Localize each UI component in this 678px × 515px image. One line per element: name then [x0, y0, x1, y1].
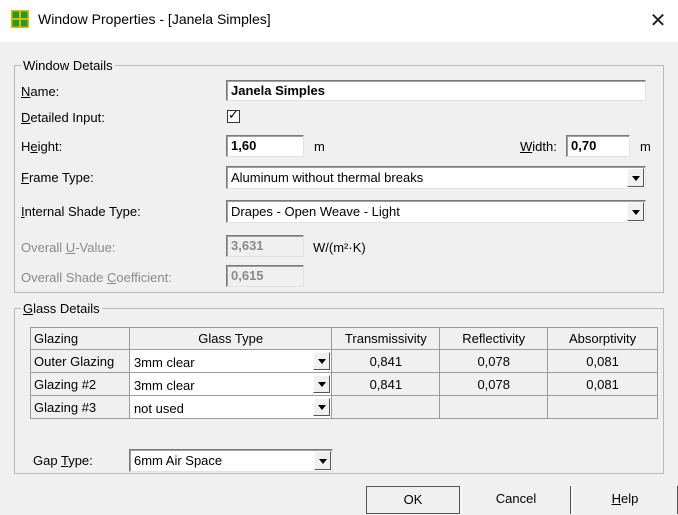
glass-type-dropdown-button[interactable]	[313, 352, 331, 370]
height-unit: m	[314, 139, 325, 154]
glass-type-value: 3mm clear	[133, 378, 195, 393]
glazing-cell: Glazing #3	[30, 395, 130, 419]
glass-type-select[interactable]: 3mm clear	[128, 349, 333, 373]
table-header-row: Glazing Glass Type Transmissivity Reflec…	[30, 327, 658, 350]
absorptivity-cell: 0,081	[547, 372, 658, 396]
chevron-down-icon	[318, 405, 327, 410]
window-details-legend: Window Details	[23, 58, 113, 73]
chevron-down-icon	[632, 209, 640, 215]
transmissivity-cell: 0,841	[331, 372, 441, 396]
glazing-cell: Glazing #2	[30, 372, 130, 396]
table-row: Outer Glazing 3mm clear 0,841 0,078 0,08…	[30, 349, 658, 373]
name-input[interactable]: Janela Simples	[226, 80, 646, 101]
chevron-down-icon	[318, 382, 327, 387]
window-title: Window Properties - [Janela Simples]	[38, 11, 271, 27]
glass-type-value: 3mm clear	[133, 355, 195, 370]
reflectivity-cell: 0,078	[439, 372, 549, 396]
glass-type-value: not used	[133, 401, 184, 416]
close-button[interactable]: ✕	[640, 4, 676, 38]
chevron-down-icon	[319, 458, 327, 464]
shade-type-select[interactable]: Drapes - Open Weave - Light	[226, 200, 646, 223]
width-label: Width:	[520, 139, 557, 154]
name-label: Name:	[21, 84, 60, 99]
column-header: Transmissivity	[331, 327, 441, 350]
detailed-input-checkbox[interactable]: ✓	[227, 107, 240, 123]
detailed-input-label: Detailed Input:	[21, 110, 105, 125]
glass-details-legend: Glass Details	[23, 301, 100, 316]
column-header: Reflectivity	[439, 327, 549, 350]
table-row: Glazing #2 3mm clear 0,841 0,078 0,081	[30, 372, 658, 396]
u-value-unit: W/(m²·K)	[313, 240, 366, 255]
width-unit: m	[640, 139, 651, 154]
gap-type-dropdown-button[interactable]	[314, 451, 331, 470]
glass-type-select[interactable]: 3mm clear	[128, 372, 333, 396]
gap-type-label: Gap Type:	[33, 453, 93, 468]
glass-type-dropdown-button[interactable]	[313, 398, 331, 416]
glass-type-dropdown-button[interactable]	[313, 375, 331, 393]
shade-type-value: Drapes - Open Weave - Light	[231, 204, 400, 219]
close-icon: ✕	[649, 10, 667, 32]
glass-type-select[interactable]: not used	[128, 395, 333, 419]
reflectivity-cell	[439, 395, 549, 419]
u-value-field: 3,631	[226, 235, 304, 257]
shade-coefficient-field: 0,615	[226, 265, 304, 287]
table-row: Glazing #3 not used	[30, 395, 658, 419]
glazing-cell: Outer Glazing	[30, 349, 130, 373]
frame-type-select[interactable]: Aluminum without thermal breaks	[226, 166, 646, 189]
transmissivity-cell	[331, 395, 441, 419]
cancel-button[interactable]: Cancel	[461, 486, 571, 514]
transmissivity-cell: 0,841	[331, 349, 441, 373]
absorptivity-cell	[547, 395, 658, 419]
shade-coefficient-label: Overall Shade Coefficient:	[21, 270, 172, 285]
u-value-label: Overall U-Value:	[21, 240, 116, 255]
frame-type-label: Frame Type:	[21, 170, 94, 185]
column-header: Glass Type	[128, 327, 333, 350]
reflectivity-cell: 0,078	[439, 349, 549, 373]
checkmark-icon: ✓	[228, 107, 239, 122]
app-icon	[11, 10, 29, 28]
glazing-table: Glazing Glass Type Transmissivity Reflec…	[30, 327, 658, 419]
height-label: Height:	[21, 139, 63, 154]
ok-button[interactable]: OK	[366, 486, 460, 514]
height-input[interactable]: 1,60	[226, 135, 304, 157]
frame-type-dropdown-button[interactable]	[627, 168, 644, 187]
width-input[interactable]: 0,70	[566, 135, 630, 157]
shade-type-dropdown-button[interactable]	[627, 202, 644, 221]
shade-type-label: Internal Shade Type:	[21, 204, 141, 219]
frame-type-value: Aluminum without thermal breaks	[231, 170, 424, 185]
title-bar: Window Properties - [Janela Simples] ✕	[0, 0, 678, 42]
help-button[interactable]: Help	[572, 486, 678, 514]
gap-type-value: 6mm Air Space	[134, 453, 223, 468]
chevron-down-icon	[318, 359, 327, 364]
absorptivity-cell: 0,081	[547, 349, 658, 373]
column-header: Glazing	[30, 327, 130, 350]
chevron-down-icon	[632, 175, 640, 181]
gap-type-select[interactable]: 6mm Air Space	[129, 449, 333, 472]
column-header: Absorptivity	[547, 327, 658, 350]
